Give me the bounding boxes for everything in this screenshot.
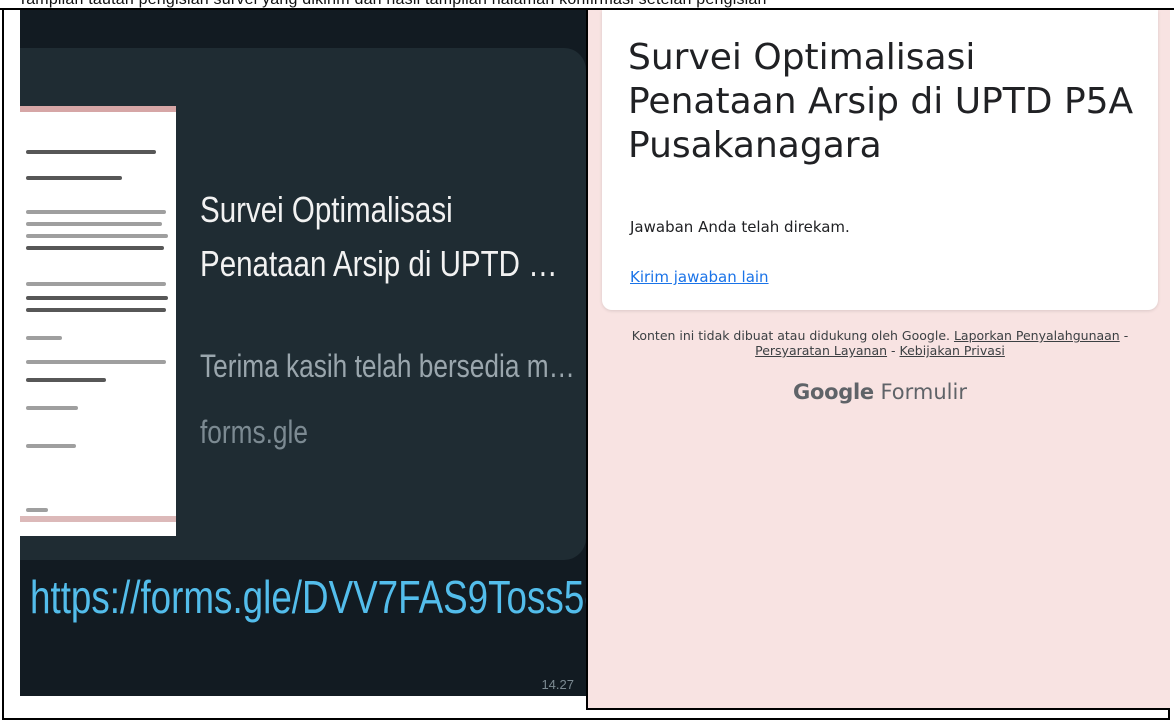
response-recorded-message: Jawaban Anda telah direkam. bbox=[630, 218, 850, 236]
google-forms-logo[interactable]: Google Formulir bbox=[602, 380, 1158, 404]
submit-another-response-link[interactable]: Kirim jawaban lain bbox=[630, 268, 769, 286]
form-title: Survei Optimalisasi Penataan Arsip di UP… bbox=[628, 37, 1134, 166]
preview-thumbnail bbox=[20, 106, 176, 536]
preview-domain: forms.gle bbox=[200, 414, 308, 450]
chat-screenshot: Survei Optimalisasi Penataan Arsip di UP… bbox=[20, 10, 586, 696]
separator: - bbox=[887, 343, 900, 358]
link-preview-card[interactable]: Survei Optimalisasi Penataan Arsip di UP… bbox=[20, 48, 586, 560]
preview-title-line-1: Survei Optimalisasi bbox=[200, 189, 453, 230]
disclaimer-text: Konten ini tidak dibuat atau didukung ol… bbox=[631, 328, 950, 343]
google-wordmark: Google bbox=[793, 380, 874, 404]
preview-description: Terima kasih telah bersedia meluang... bbox=[200, 348, 577, 384]
terms-link[interactable]: Persyaratan Layanan bbox=[755, 343, 887, 358]
form-confirmation-screenshot: Survei Optimalisasi Penataan Arsip di UP… bbox=[586, 10, 1170, 710]
preview-title-line-2: Penataan Arsip di UPTD P5A P... bbox=[200, 243, 578, 284]
google-disclaimer: Konten ini tidak dibuat atau didukung ol… bbox=[602, 328, 1158, 358]
preview-title: Survei Optimalisasi Penataan Arsip di UP… bbox=[200, 183, 577, 291]
forms-wordmark: Formulir bbox=[880, 380, 967, 404]
form-link[interactable]: https://forms.gle/DVV7FAS9Toss5cqq8 bbox=[30, 570, 586, 624]
separator: - bbox=[1119, 328, 1129, 343]
report-abuse-link[interactable]: Laporkan Penyalahgunaan bbox=[954, 328, 1120, 343]
privacy-link[interactable]: Kebijakan Privasi bbox=[900, 343, 1005, 358]
confirmation-card: Survei Optimalisasi Penataan Arsip di UP… bbox=[602, 10, 1158, 310]
message-timestamp: 14.27 bbox=[541, 677, 574, 692]
